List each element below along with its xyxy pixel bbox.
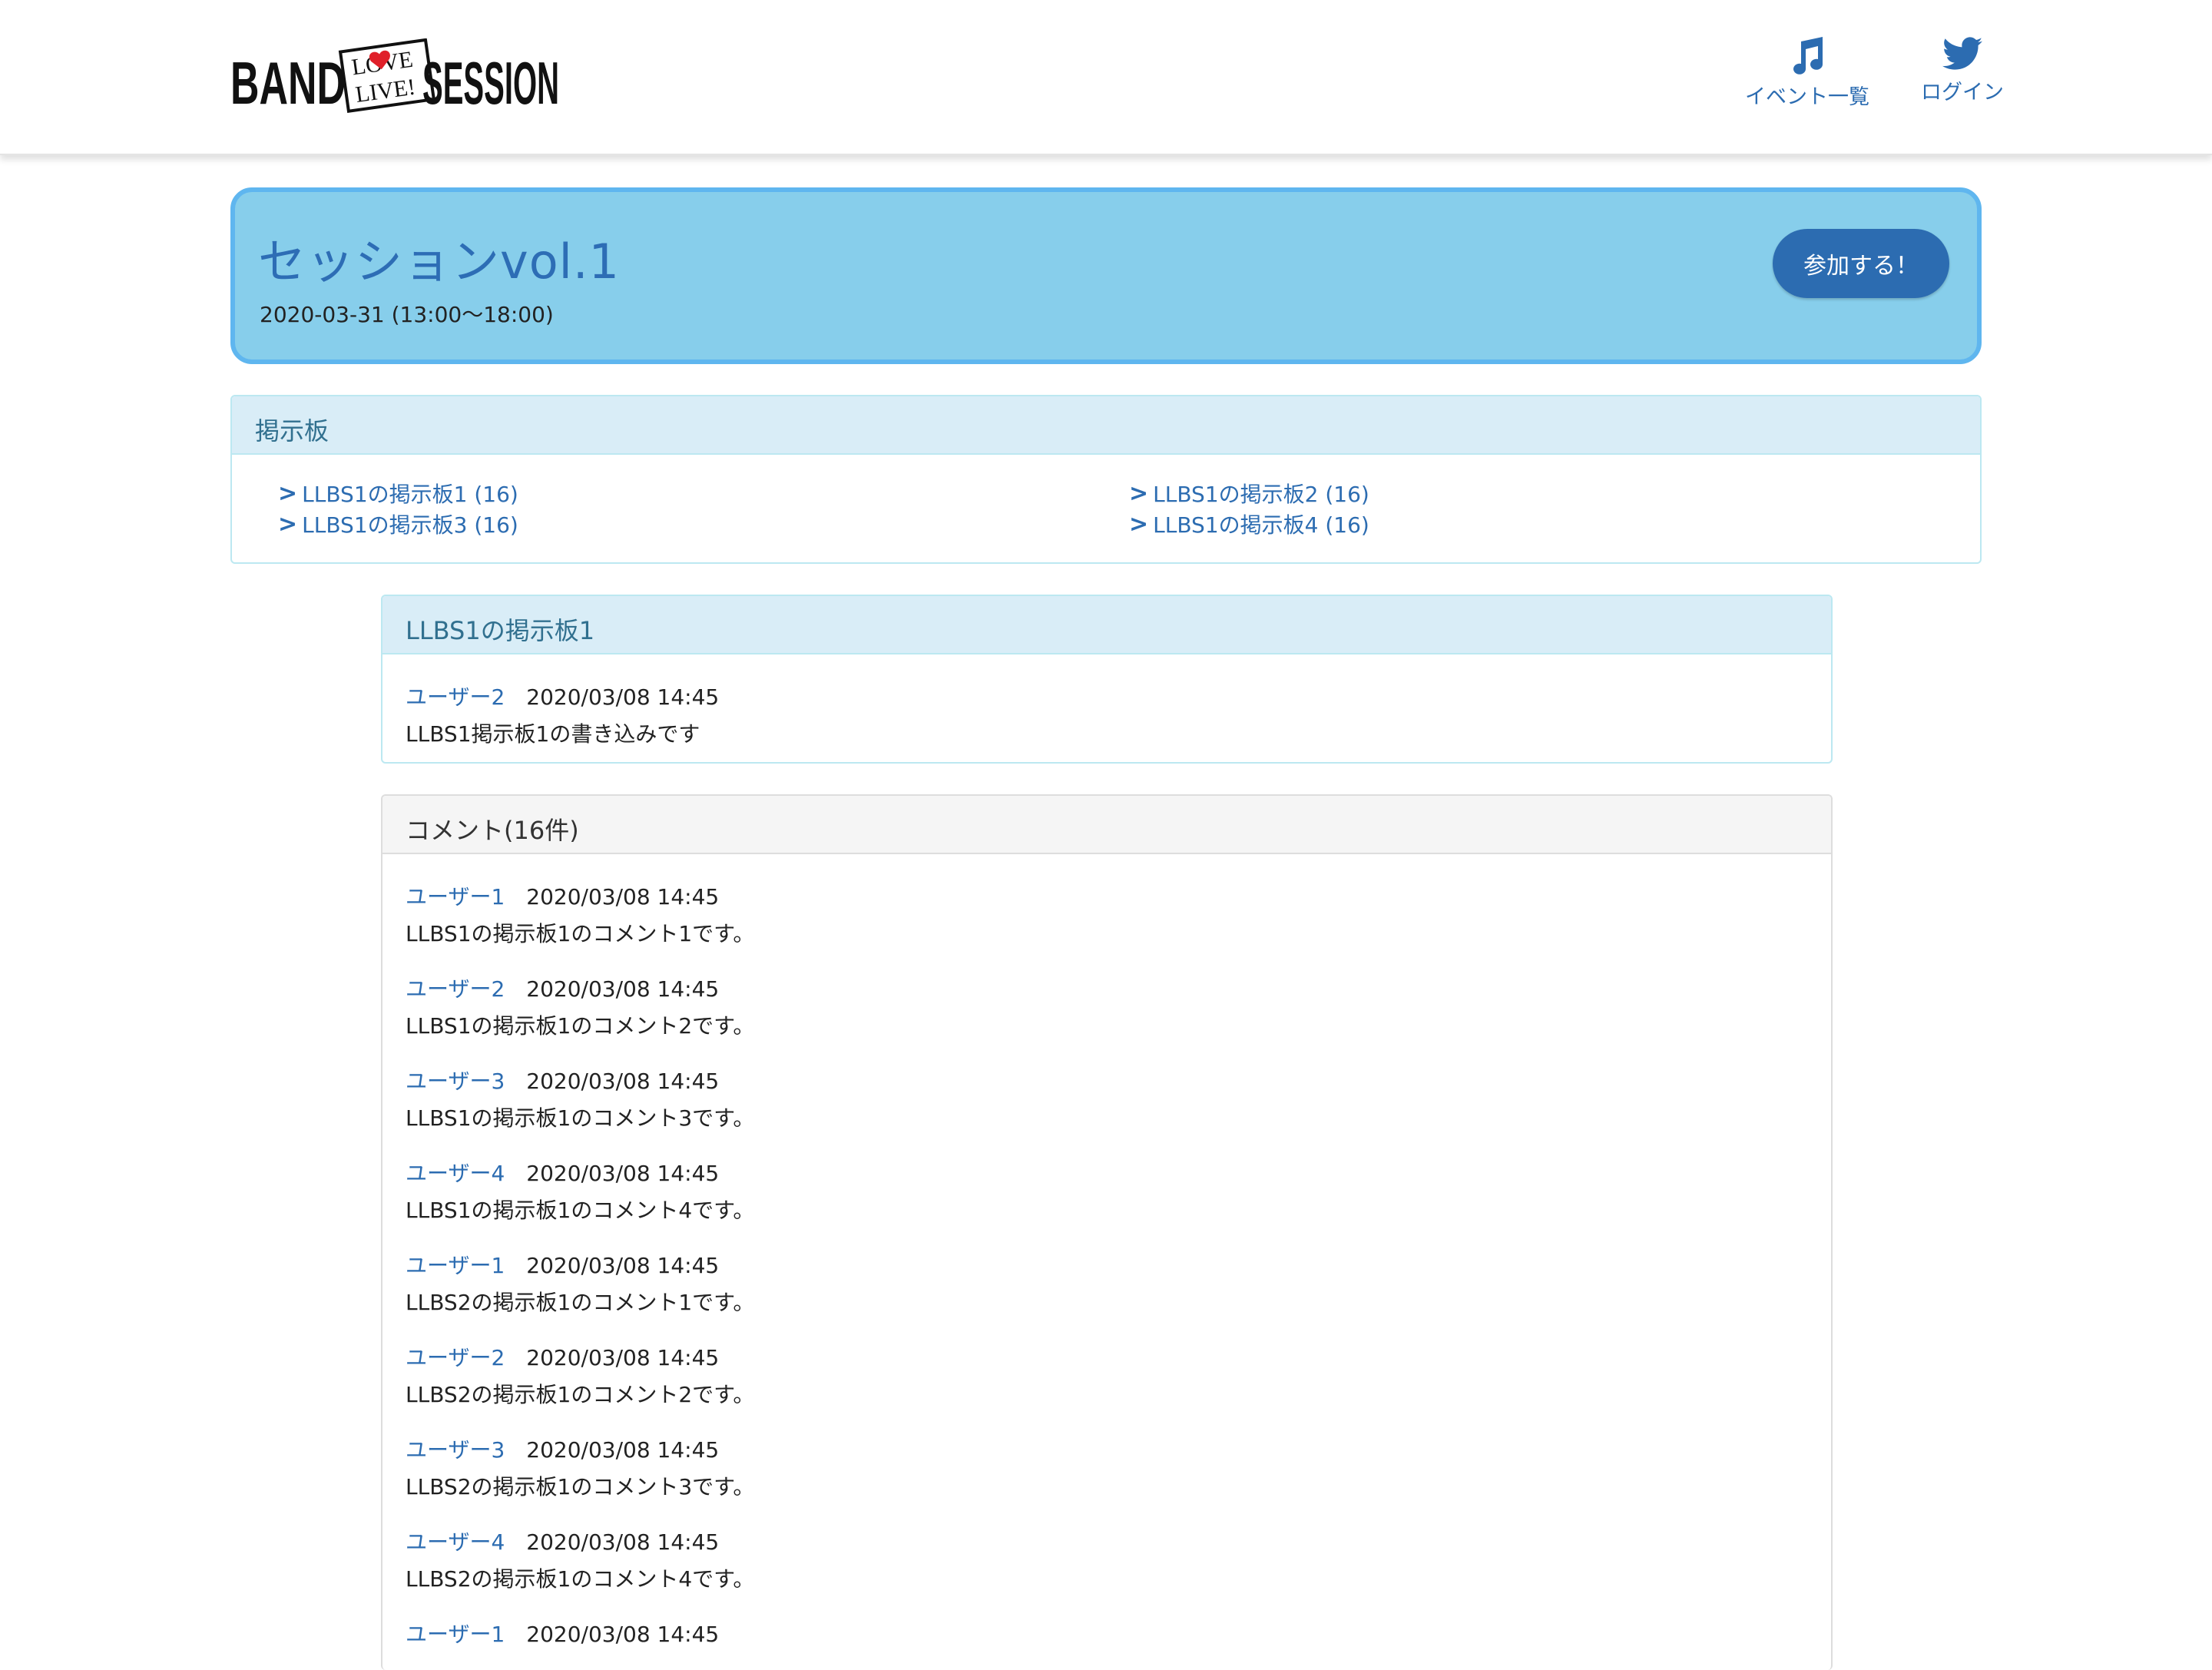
comment-item: ユーザー1 2020/03/08 14:45 LLBS2の掲示板1のコメント1です… [406, 1249, 754, 1317]
post-timestamp: 2020/03/08 14:45 [526, 684, 720, 710]
chevron-right-icon: > [1129, 510, 1149, 538]
comment-item: ユーザー4 2020/03/08 14:45 LLBS2の掲示板1のコメント4です… [406, 1526, 754, 1593]
join-button[interactable]: 参加する！ [1773, 229, 1949, 298]
board-link-label: LLBS1の掲示板3 (16) [302, 512, 518, 538]
nav-events-label: イベント一覧 [1745, 85, 1869, 109]
comment-body: LLBS1の掲示板1のコメント4です。 [406, 1198, 755, 1223]
board-link-label: LLBS1の掲示板2 (16) [1153, 482, 1369, 507]
comment-user-link[interactable]: ユーザー1 [406, 884, 505, 910]
svg-text:SESSION: SESSION [422, 49, 559, 117]
comment-body: LLBS2の掲示板1のコメント2です。 [406, 1382, 755, 1407]
comment-item: ユーザー1 2020/03/08 14:45 LLBS1の掲示板1のコメント1です… [406, 880, 754, 948]
comment-user-link[interactable]: ユーザー3 [406, 1069, 505, 1094]
board-link-3[interactable]: > LLBS1の掲示板3 (16) [278, 509, 518, 539]
comment-timestamp: 2020/03/08 14:45 [526, 976, 720, 1002]
nav-login-label: ログイン [1921, 81, 2004, 104]
comment-item: ユーザー3 2020/03/08 14:45 LLBS2の掲示板1のコメント3です… [406, 1433, 754, 1501]
comment-body: LLBS1の掲示板1のコメント2です。 [406, 1013, 755, 1039]
comment-body: LLBS1の掲示板1のコメント3です。 [406, 1105, 755, 1131]
comment-body: LLBS1の掲示板1のコメント1です。 [406, 921, 755, 946]
chevron-right-icon: > [278, 479, 298, 507]
comment-user-link[interactable]: ユーザー1 [406, 1253, 505, 1278]
post-user-link[interactable]: ユーザー2 [406, 684, 505, 710]
event-banner: セッションvol.1 2020-03-31 (13:00〜18:00) 参加する… [230, 187, 1982, 364]
svg-text:BAND: BAND [230, 49, 346, 117]
chevron-right-icon: > [278, 510, 298, 538]
comment-item: ユーザー2 2020/03/08 14:45 LLBS1の掲示板1のコメント2です… [406, 973, 754, 1040]
comment-timestamp: 2020/03/08 14:45 [526, 1161, 720, 1186]
comment-user-link[interactable]: ユーザー2 [406, 1345, 505, 1370]
board-list-heading: 掲示板 [232, 396, 1980, 455]
comment-item: ユーザー4 2020/03/08 14:45 LLBS1の掲示板1のコメント4です… [406, 1157, 754, 1224]
post-body: LLBS1掲示板1の書き込みです [406, 721, 700, 747]
nav-events-link[interactable]: イベント一覧 [1742, 37, 1873, 110]
nav-login-link[interactable]: ログイン [1912, 37, 2012, 105]
comment-user-link[interactable]: ユーザー1 [406, 1622, 505, 1647]
post-entry: ユーザー2 2020/03/08 14:45 LLBS1掲示板1の書き込みです [406, 681, 719, 748]
comment-item: ユーザー2 2020/03/08 14:45 LLBS2の掲示板1のコメント2です… [406, 1341, 754, 1409]
comment-timestamp: 2020/03/08 14:45 [526, 1253, 720, 1278]
band-session-logo[interactable]: BAND LOVE LIVE! SESSION [230, 38, 559, 118]
chevron-right-icon: > [1129, 479, 1149, 507]
comment-timestamp: 2020/03/08 14:45 [526, 1069, 720, 1094]
comment-timestamp: 2020/03/08 14:45 [526, 1529, 720, 1555]
board-link-label: LLBS1の掲示板1 (16) [302, 482, 518, 507]
event-title: セッションvol.1 [258, 234, 621, 290]
comment-user-link[interactable]: ユーザー4 [406, 1161, 505, 1186]
comment-timestamp: 2020/03/08 14:45 [526, 1437, 720, 1463]
music-note-icon [1793, 37, 1823, 75]
comment-item: ユーザー3 2020/03/08 14:45 LLBS1の掲示板1のコメント3です… [406, 1065, 754, 1132]
event-date: 2020-03-31 (13:00〜18:00) [260, 302, 554, 327]
post-heading: LLBS1の掲示板1 [382, 596, 1831, 654]
comments-heading: コメント(16件) [382, 796, 1831, 854]
comment-body: LLBS2の掲示板1のコメント3です。 [406, 1474, 755, 1499]
comment-item: ユーザー1 2020/03/08 14:45 [406, 1618, 719, 1648]
comment-timestamp: 2020/03/08 14:45 [526, 1622, 720, 1647]
comment-user-link[interactable]: ユーザー3 [406, 1437, 505, 1463]
comment-user-link[interactable]: ユーザー4 [406, 1529, 505, 1555]
board-link-label: LLBS1の掲示板4 (16) [1153, 512, 1369, 538]
comment-timestamp: 2020/03/08 14:45 [526, 1345, 720, 1370]
board-link-4[interactable]: > LLBS1の掲示板4 (16) [1129, 509, 1369, 539]
board-link-1[interactable]: > LLBS1の掲示板1 (16) [278, 478, 518, 509]
comment-user-link[interactable]: ユーザー2 [406, 976, 505, 1002]
board-link-2[interactable]: > LLBS1の掲示板2 (16) [1129, 478, 1369, 509]
board-list-panel: 掲示板 > LLBS1の掲示板1 (16) > LLBS1の掲示板2 (16) … [230, 395, 1982, 564]
site-header: BAND LOVE LIVE! SESSION イベント一覧 ログイン [0, 0, 2212, 155]
comment-body: LLBS2の掲示板1のコメント4です。 [406, 1566, 755, 1592]
comments-panel: コメント(16件) ユーザー1 2020/03/08 14:45 LLBS1の掲示… [381, 794, 1833, 1670]
comment-body: LLBS2の掲示板1のコメント1です。 [406, 1290, 755, 1315]
twitter-icon [1942, 37, 1982, 70]
post-panel: LLBS1の掲示板1 ユーザー2 2020/03/08 14:45 LLBS1掲示… [381, 595, 1833, 764]
comment-timestamp: 2020/03/08 14:45 [526, 884, 720, 910]
